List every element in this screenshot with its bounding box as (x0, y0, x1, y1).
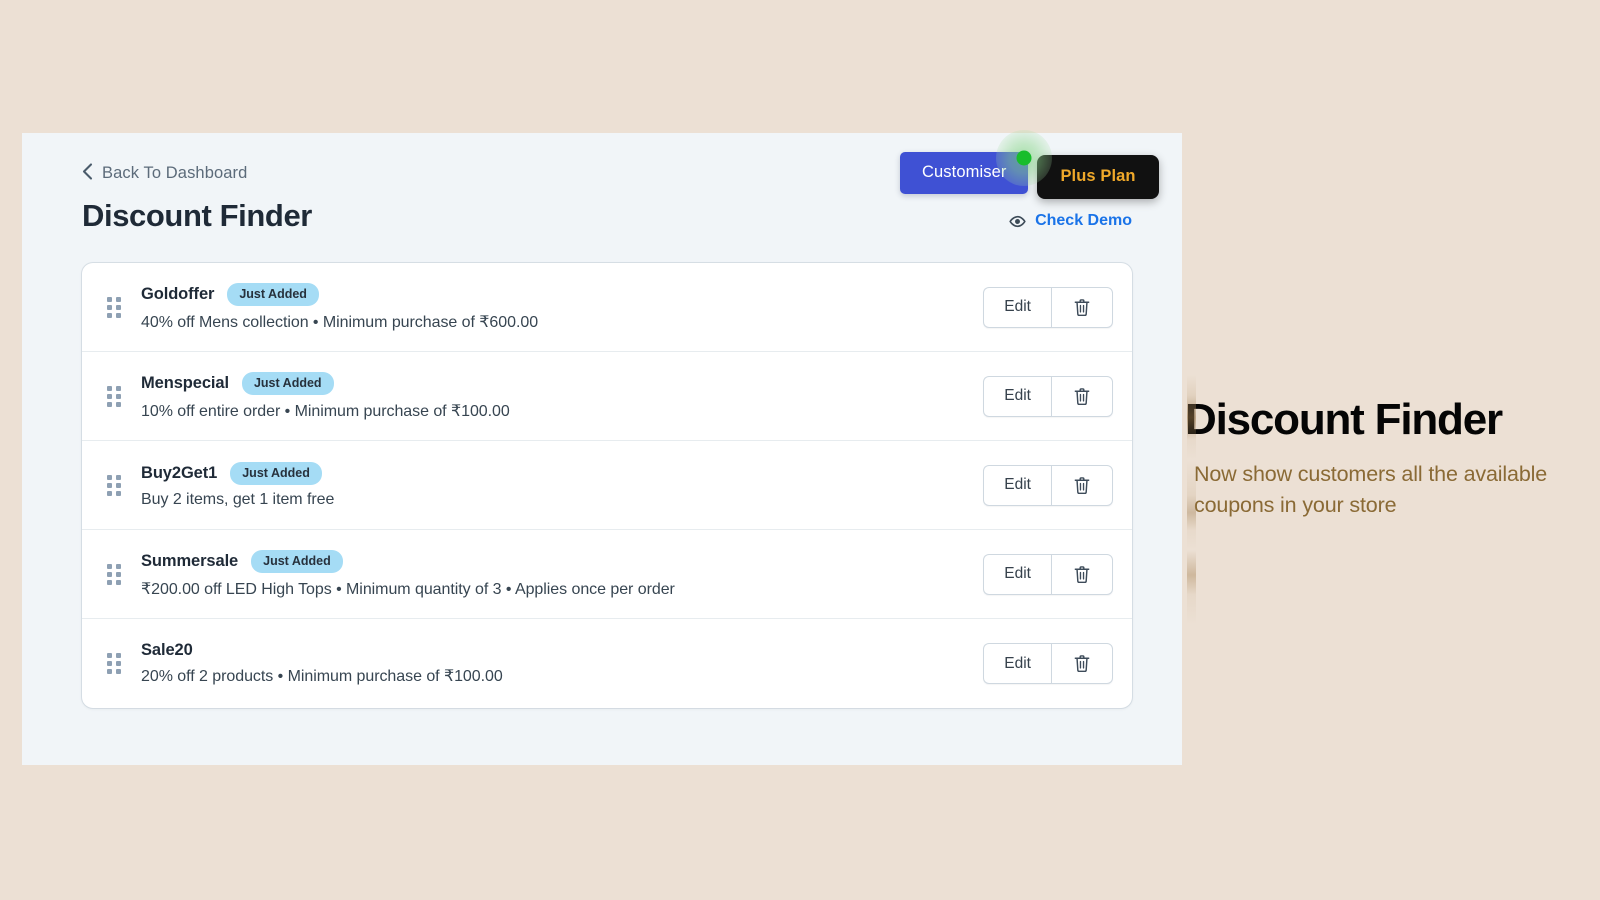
check-demo-label: Check Demo (1035, 212, 1132, 230)
discount-head: Buy2Get1 Just Added (141, 461, 967, 485)
edit-button[interactable]: Edit (983, 375, 1051, 417)
check-demo-link[interactable]: Check Demo (1009, 212, 1132, 230)
action-buttons: Customiser Plus Plan (900, 130, 1159, 199)
delete-button[interactable] (1051, 375, 1113, 417)
discount-actions: Edit (983, 553, 1113, 595)
discount-description: 20% off 2 products • Minimum purchase of… (141, 668, 503, 686)
page-title: Discount Finder (82, 198, 312, 233)
delete-button[interactable] (1051, 553, 1113, 595)
drag-handle-icon[interactable] (107, 385, 129, 407)
chevron-left-icon (82, 163, 93, 183)
edit-button[interactable]: Edit (983, 643, 1051, 685)
discount-actions: Edit (983, 464, 1113, 506)
status-badge: Just Added (230, 461, 322, 485)
discount-row: Goldoffer Just Added 40% off Mens collecti… (82, 263, 1132, 353)
discount-description: Buy 2 items, get 1 item free (141, 490, 335, 508)
discount-description: 40% off Mens collection • Minimum purcha… (141, 313, 539, 331)
customiser-button[interactable]: Customiser (900, 152, 1029, 194)
discount-code: Sale20 (141, 641, 193, 660)
back-to-dashboard-link[interactable]: Back To Dashboard (82, 163, 247, 183)
edit-button[interactable]: Edit (983, 553, 1051, 595)
discount-head: Sale20 (141, 641, 967, 660)
delete-button[interactable] (1051, 464, 1113, 506)
discount-body: Goldoffer Just Added 40% off Mens collecti… (141, 282, 967, 332)
discount-row: Buy2Get1 Just Added Buy 2 items, get 1 ite… (82, 441, 1132, 531)
promo-panel: Discount Finder Now show customers all t… (1185, 367, 1600, 767)
discount-code: Goldoffer (141, 284, 215, 303)
drag-handle-icon[interactable] (107, 563, 129, 585)
discount-code: Menspecial (141, 373, 229, 392)
panel-inner: Back To Dashboard Discount Finder Check … (22, 133, 1182, 709)
discount-code: Summersale (141, 551, 239, 570)
status-badge: Just Added (251, 549, 343, 573)
discount-description: ₹200.00 off LED High Tops • Minimum quan… (141, 580, 675, 598)
discount-code: Buy2Get1 (141, 463, 218, 482)
app-panel: Back To Dashboard Discount Finder Check … (22, 133, 1182, 765)
delete-button[interactable] (1051, 643, 1113, 685)
promo-title: Discount Finder (1185, 395, 1503, 444)
discount-row: Menspecial Just Added 10% off entire order… (82, 352, 1132, 442)
delete-button[interactable] (1051, 286, 1113, 328)
drag-handle-icon[interactable] (107, 296, 129, 318)
promo-subtitle: Now show customers all the available cou… (1194, 462, 1548, 517)
plus-plan-button[interactable]: Plus Plan (1037, 155, 1159, 199)
edit-button[interactable]: Edit (983, 464, 1051, 506)
eye-icon (1009, 213, 1026, 230)
back-to-dashboard-label: Back To Dashboard (102, 163, 248, 182)
status-badge: Just Added (241, 371, 334, 395)
discount-body: Buy2Get1 Just Added Buy 2 items, get 1 ite… (141, 461, 967, 509)
drag-handle-icon[interactable] (107, 653, 129, 675)
discount-row: Sale20 20% off 2 products • Minimum purch… (82, 619, 1132, 708)
screen: Back To Dashboard Discount Finder Check … (0, 0, 1600, 900)
status-badge: Just Added (227, 282, 319, 306)
discount-body: Menspecial Just Added 10% off entire order… (141, 371, 967, 421)
discount-actions: Edit (983, 643, 1113, 685)
discount-row: Summersale Just Added ₹200.00 off LED High… (82, 530, 1132, 620)
discount-actions: Edit (983, 375, 1113, 417)
discount-head: Goldoffer Just Added (141, 282, 967, 306)
discount-description: 10% off entire order • Minimum purchase … (141, 402, 510, 420)
discount-list: Goldoffer Just Added 40% off Mens collecti… (82, 263, 1132, 709)
discount-body: Summersale Just Added ₹200.00 off LED High… (141, 549, 967, 599)
discount-body: Sale20 20% off 2 products • Minimum purch… (141, 641, 967, 686)
discount-head: Summersale Just Added (141, 549, 967, 573)
drag-handle-icon[interactable] (107, 474, 129, 496)
edit-button[interactable]: Edit (983, 286, 1051, 328)
discount-actions: Edit (983, 286, 1113, 328)
title-row: Discount Finder Check Demo (82, 198, 1132, 233)
discount-head: Menspecial Just Added (141, 371, 967, 395)
